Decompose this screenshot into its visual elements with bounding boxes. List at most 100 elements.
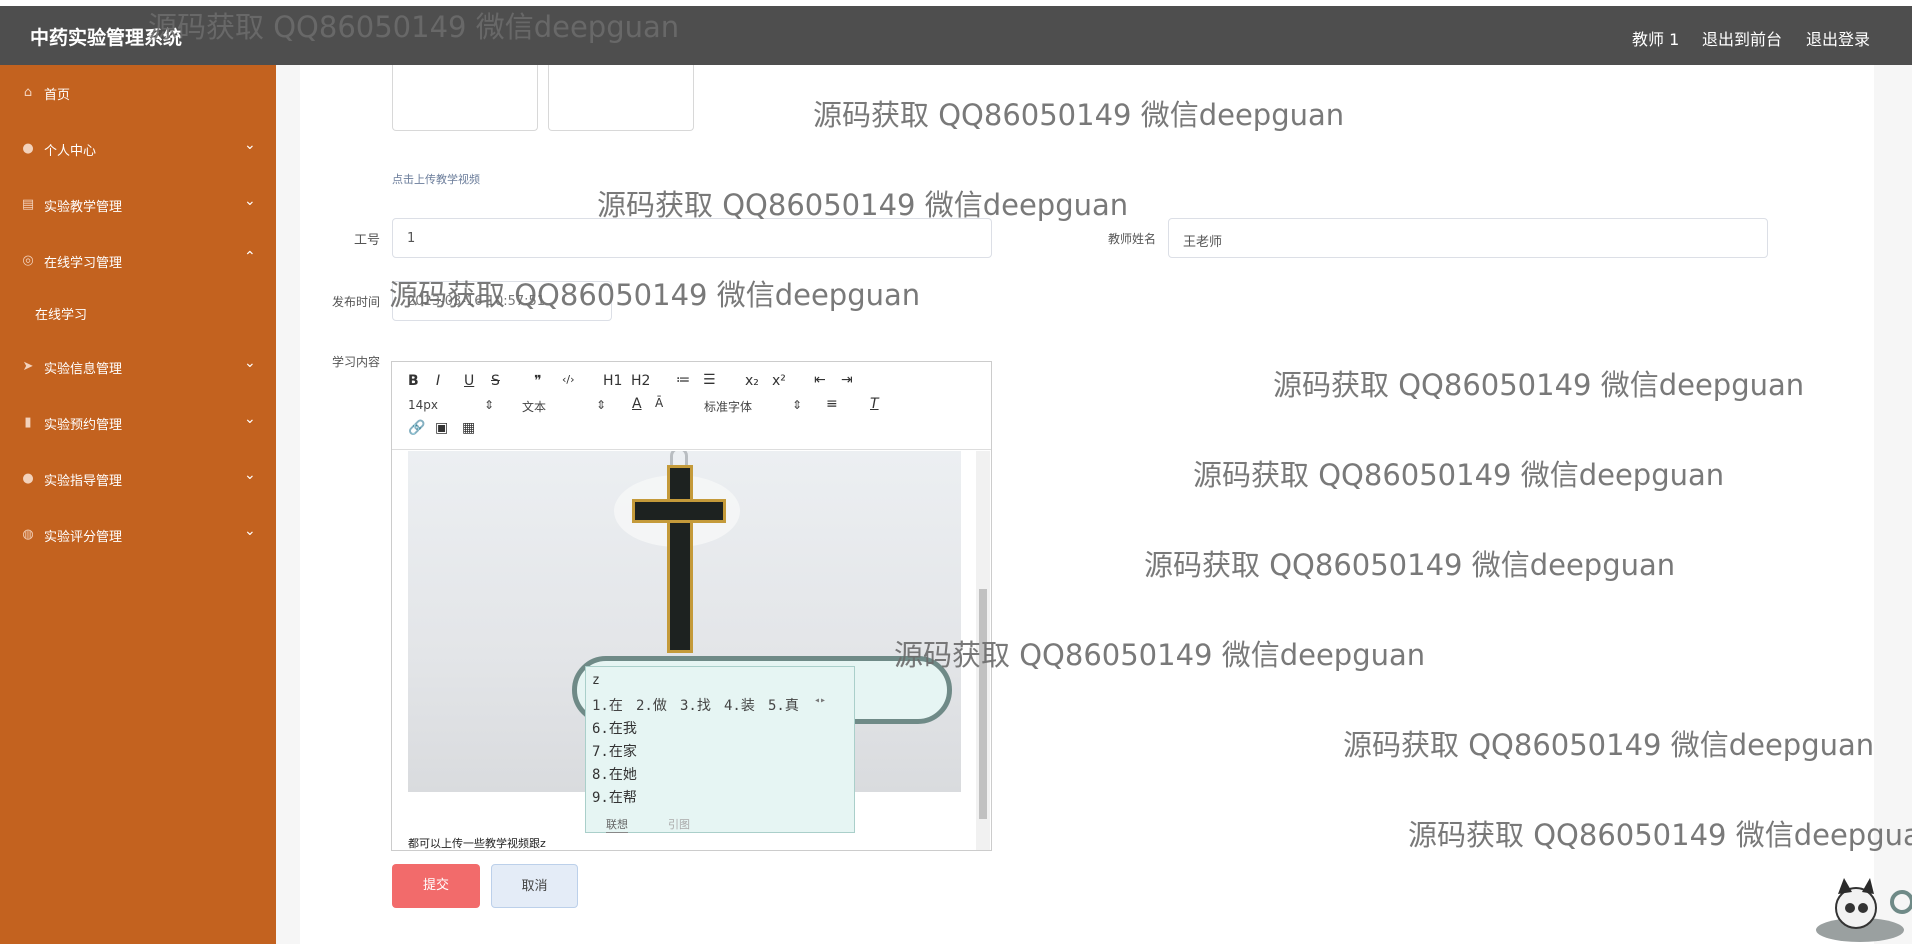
ime-candidate[interactable]: 5.真 (768, 695, 799, 715)
ime-candidate[interactable]: 6.在我 (592, 718, 637, 738)
sidebar-item-label: 在线学习管理 (44, 256, 123, 271)
home-icon: ⌂ (23, 85, 33, 100)
chevron-up-icon: ⌃ (244, 249, 256, 265)
sidebar-item-home[interactable]: ⌂ 首页 (0, 73, 276, 113)
chevron-down-icon: ⌄ (244, 193, 256, 209)
job-no-input[interactable]: 1 (392, 218, 992, 258)
block-type-select[interactable]: 文本 (522, 398, 546, 415)
exit-frontend-link[interactable]: 退出到前台 (1702, 26, 1782, 50)
editor-text: 都可以上传一些教学视频跟z (408, 837, 546, 850)
align-icon[interactable]: ≡ (826, 396, 838, 412)
upload-hint[interactable]: 点击上传教学视频 (392, 171, 480, 187)
clear-format-icon[interactable]: T (870, 396, 879, 412)
ime-tab-association[interactable]: 联想 (606, 816, 628, 833)
h1-button[interactable]: H1 (603, 373, 622, 389)
chevron-updown-icon: ⇕ (596, 398, 607, 412)
teacher-name-label: 教师姓名 (1107, 232, 1156, 246)
underline-button[interactable]: U (464, 373, 474, 389)
user-icon: ● (22, 141, 34, 156)
send-icon: ➤ (22, 359, 34, 374)
ime-candidate[interactable]: 4.装 (724, 695, 755, 715)
watermark: 源码获取 QQ86050149 微信deepguan (1408, 818, 1912, 852)
outdent-button[interactable]: ⇤ (814, 372, 826, 388)
sidebar-item-label: 实验预约管理 (44, 418, 123, 433)
ime-candidates-row: 1.在 2.做 3.找 4.装 5.真 ◂▸ (592, 695, 832, 715)
ime-tab-image[interactable]: 引图 (668, 816, 690, 832)
sidebar: ⌂ 首页 ● 个人中心 ⌄ ▤ 实验教学管理 ⌄ ◎ 在线学习管理 ⌃ 在线学习… (0, 65, 276, 944)
bullet-list-button[interactable]: ☰ (703, 372, 716, 388)
ordered-list-button[interactable]: ≔ (676, 372, 690, 388)
ime-candidate[interactable]: 2.做 (636, 695, 667, 715)
job-no-label: 工号 (353, 233, 380, 248)
ime-footer: 联想 引图 (586, 813, 854, 833)
upload-box-image[interactable] (392, 65, 538, 131)
sidebar-item-online-learning-mgmt[interactable]: ◎ 在线学习管理 ⌃ (0, 241, 276, 281)
sidebar-item-label: 在线学习 (35, 308, 88, 323)
watermark: 源码获取 QQ86050149 微信deepguan (813, 98, 1345, 132)
sidebar-item-label: 实验评分管理 (44, 530, 123, 545)
ime-candidate[interactable]: 1.在 (592, 695, 623, 715)
blockquote-button[interactable]: ❞ (534, 373, 542, 389)
chevron-down-icon: ⌄ (244, 467, 256, 483)
clipboard-icon: ▤ (21, 197, 35, 212)
sidebar-item-label: 个人中心 (44, 144, 97, 159)
video-icon[interactable]: ▦ (462, 420, 475, 436)
watermark: 源码获取 QQ86050149 微信deepguan (894, 638, 1426, 672)
upload-box-video[interactable] (548, 65, 694, 131)
globe-icon: ◎ (22, 253, 34, 268)
sidebar-item-label: 实验教学管理 (44, 200, 123, 215)
sidebar-item-label: 实验指导管理 (44, 474, 123, 489)
sidebar-item-label: 首页 (44, 88, 71, 103)
mascot-image (1808, 872, 1912, 944)
content-label: 学习内容 (331, 355, 380, 369)
user-label[interactable]: 教师 1 (1632, 26, 1679, 50)
ime-candidate[interactable]: 9.在帮 (592, 787, 637, 807)
sidebar-item-scoring[interactable]: ◍ 实验评分管理 ⌄ (0, 515, 276, 555)
indent-button[interactable]: ⇥ (841, 372, 853, 388)
watermark: 源码获取 QQ86050149 微信deepguan (389, 278, 921, 312)
sidebar-item-personal-center[interactable]: ● 个人中心 ⌄ (0, 129, 276, 169)
italic-button[interactable]: I (436, 373, 440, 389)
cancel-button[interactable]: 取消 (491, 864, 578, 908)
bar-chart-icon: ▮ (24, 415, 32, 430)
chevron-down-icon: ⌄ (244, 137, 256, 153)
ime-composition: z (592, 673, 600, 688)
strike-button[interactable]: S (491, 373, 500, 389)
sidebar-item-reservation[interactable]: ▮ 实验预约管理 ⌄ (0, 403, 276, 443)
chevron-down-icon: ⌄ (244, 355, 256, 371)
palette-icon: ◍ (22, 527, 34, 542)
ime-candidate[interactable]: 7.在家 (592, 741, 637, 761)
subscript-button[interactable]: x₂ (745, 373, 759, 389)
watermark: 源码获取 QQ86050149 微信deepguan (1343, 728, 1875, 762)
code-button[interactable]: ‹/› (562, 373, 575, 386)
chevron-down-icon: ⌄ (244, 523, 256, 539)
font-family-select[interactable]: 标准字体 (704, 398, 752, 415)
ime-candidate-window[interactable]: z 1.在 2.做 3.找 4.装 5.真 ◂▸ 6.在我 7.在家 8.在她 … (585, 666, 855, 833)
teacher-name-input[interactable]: 王老师 (1168, 218, 1768, 258)
link-icon[interactable]: 🔗 (408, 420, 425, 436)
bold-button[interactable]: B (408, 373, 419, 389)
ime-page-arrows-icon[interactable]: ◂▸ (814, 695, 826, 706)
watermark: 源码获取 QQ86050149 微信deepguan (597, 188, 1129, 222)
image-icon[interactable]: ▣ (435, 420, 448, 436)
ime-candidate[interactable]: 8.在她 (592, 764, 637, 784)
scroll-thumb[interactable] (979, 589, 987, 819)
user-icon: ● (22, 471, 34, 486)
watermark: 源码获取 QQ86050149 微信deepguan (1273, 368, 1805, 402)
watermark: 源码获取 QQ86050149 微信deepguan (148, 10, 680, 44)
sidebar-item-experiment-info[interactable]: ➤ 实验信息管理 ⌄ (0, 347, 276, 387)
logout-link[interactable]: 退出登录 (1806, 26, 1870, 50)
sidebar-item-guidance[interactable]: ● 实验指导管理 ⌄ (0, 459, 276, 499)
editor-toolbar: B I U S ❞ ‹/› H1 H2 ≔ ☰ x₂ x² ⇤ ⇥ 14px ⇕… (392, 362, 991, 450)
sidebar-item-teaching[interactable]: ▤ 实验教学管理 ⌄ (0, 185, 276, 225)
superscript-button[interactable]: x² (772, 373, 786, 389)
submit-button[interactable]: 提交 (392, 864, 480, 908)
sidebar-item-label: 实验信息管理 (44, 362, 123, 377)
h2-button[interactable]: H2 (631, 373, 650, 389)
publish-time-label: 发布时间 (331, 295, 380, 309)
sidebar-item-online-learning[interactable]: 在线学习 (0, 293, 276, 333)
font-size-select[interactable]: 14px (408, 398, 438, 412)
background-color-icon[interactable]: Ā (655, 396, 663, 410)
ime-candidate[interactable]: 3.找 (680, 695, 711, 715)
text-color-icon[interactable]: A (632, 396, 642, 412)
